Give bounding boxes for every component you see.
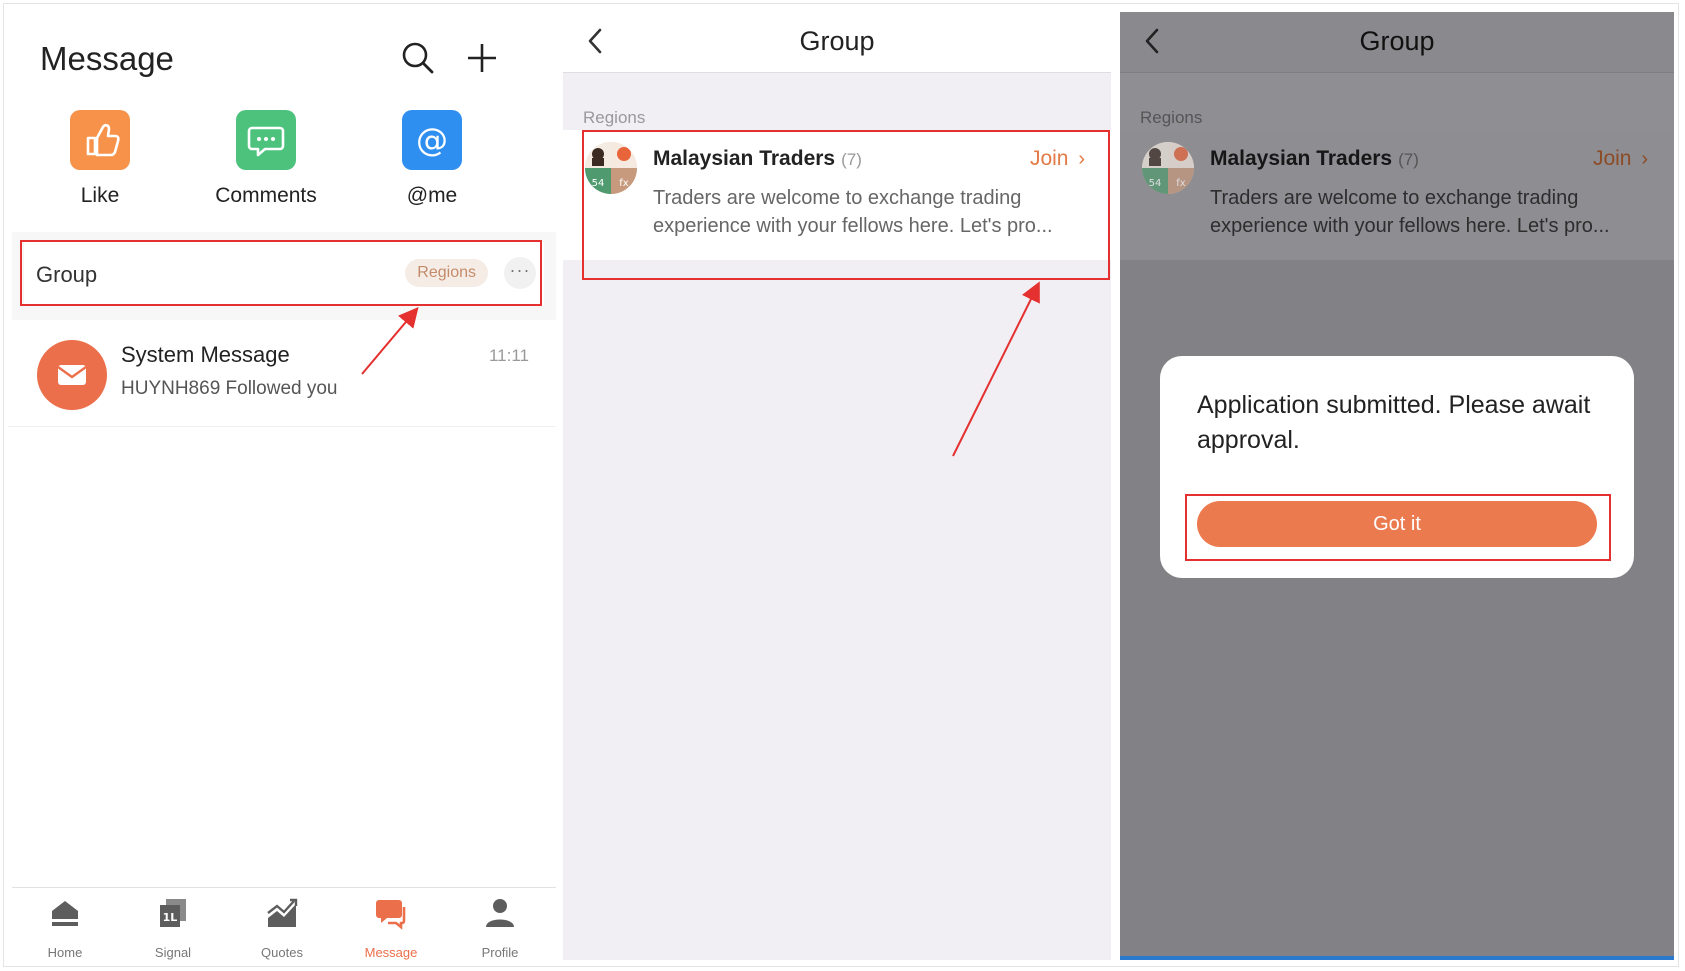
page-title: Message	[40, 40, 174, 77]
tab-quotes[interactable]: Quotes	[237, 896, 327, 960]
at-sign-icon: @	[402, 110, 462, 170]
thumbs-up-icon	[70, 110, 130, 170]
system-message-preview: HUYNH869 Followed you	[121, 378, 338, 399]
group-avatar: 54 fx	[1142, 142, 1194, 194]
svg-text:54: 54	[1149, 178, 1162, 189]
chevron-right-icon: ›	[1641, 148, 1648, 170]
at-me-label: @me	[406, 184, 458, 207]
add-icon[interactable]	[462, 38, 502, 78]
highlight-box-group-card	[582, 130, 1110, 280]
regions-section-label: Regions	[1140, 108, 1203, 127]
bottom-tab-bar: Home 1L Signal Quotes Message Profile	[12, 887, 556, 960]
group-name: Malaysian Traders (7)	[1210, 147, 1419, 171]
tab-profile-label: Profile	[481, 945, 519, 960]
join-label: Join	[1592, 147, 1632, 170]
dialog-message: Application submitted. Please await appr…	[1197, 391, 1591, 454]
message-screen: Message Like Comments @ @me Group Region…	[8, 12, 556, 960]
tab-profile[interactable]: Profile	[455, 896, 545, 960]
group-nav-bar-dimmed: Group	[1120, 12, 1674, 73]
tab-signal[interactable]: 1L Signal	[128, 896, 218, 960]
quotes-chart-icon	[267, 898, 298, 927]
tab-message[interactable]: Message	[346, 896, 436, 960]
highlight-box-got-it	[1185, 494, 1611, 561]
svg-text:@: @	[416, 121, 448, 159]
group-join-dialog-screen: Group Regions 54 fx Malaysian Traders (7)…	[1120, 12, 1674, 960]
svg-text:fx: fx	[1176, 178, 1186, 189]
tab-home[interactable]: Home	[20, 896, 110, 960]
signal-icon: 1L	[160, 899, 186, 927]
group-page-title: Group	[799, 26, 875, 56]
svg-text:1L: 1L	[163, 911, 178, 924]
search-icon[interactable]	[398, 38, 438, 78]
group-card-malaysian-traders-dimmed: 54 fx Malaysian Traders (7) Join › Trader…	[1120, 130, 1674, 260]
message-icon	[376, 900, 406, 930]
system-message-time: 11:11	[488, 346, 529, 365]
tab-message-label: Message	[364, 945, 418, 960]
like-label: Like	[80, 184, 120, 207]
system-message-row[interactable]: System Message HUYNH869 Followed you 11:…	[8, 330, 556, 427]
system-message-title: System Message	[121, 342, 290, 367]
group-member-count: (7)	[1398, 150, 1419, 169]
group-description: Traders are welcome to exchange trading …	[1210, 187, 1610, 237]
profile-icon	[486, 899, 514, 927]
highlight-box-group-row	[20, 240, 542, 306]
comments-label: Comments	[215, 184, 317, 207]
mail-icon	[37, 340, 107, 410]
join-button: Join ›	[1593, 147, 1648, 171]
home-indicator-bar	[1120, 956, 1674, 960]
message-header: Message	[8, 12, 556, 102]
comments-shortcut[interactable]: Comments	[206, 110, 326, 208]
group-name-text: Malaysian Traders	[1210, 147, 1393, 170]
home-icon	[52, 901, 78, 926]
group-nav-bar: Group	[563, 12, 1111, 73]
tab-home-label: Home	[47, 945, 83, 960]
group-page-title: Group	[1359, 26, 1435, 56]
regions-section-label: Regions	[583, 108, 646, 127]
tab-signal-label: Signal	[154, 945, 192, 960]
tab-quotes-label: Quotes	[261, 945, 303, 960]
like-shortcut[interactable]: Like	[40, 110, 160, 208]
chat-bubble-icon	[236, 110, 296, 170]
at-me-shortcut[interactable]: @ @me	[372, 110, 492, 208]
